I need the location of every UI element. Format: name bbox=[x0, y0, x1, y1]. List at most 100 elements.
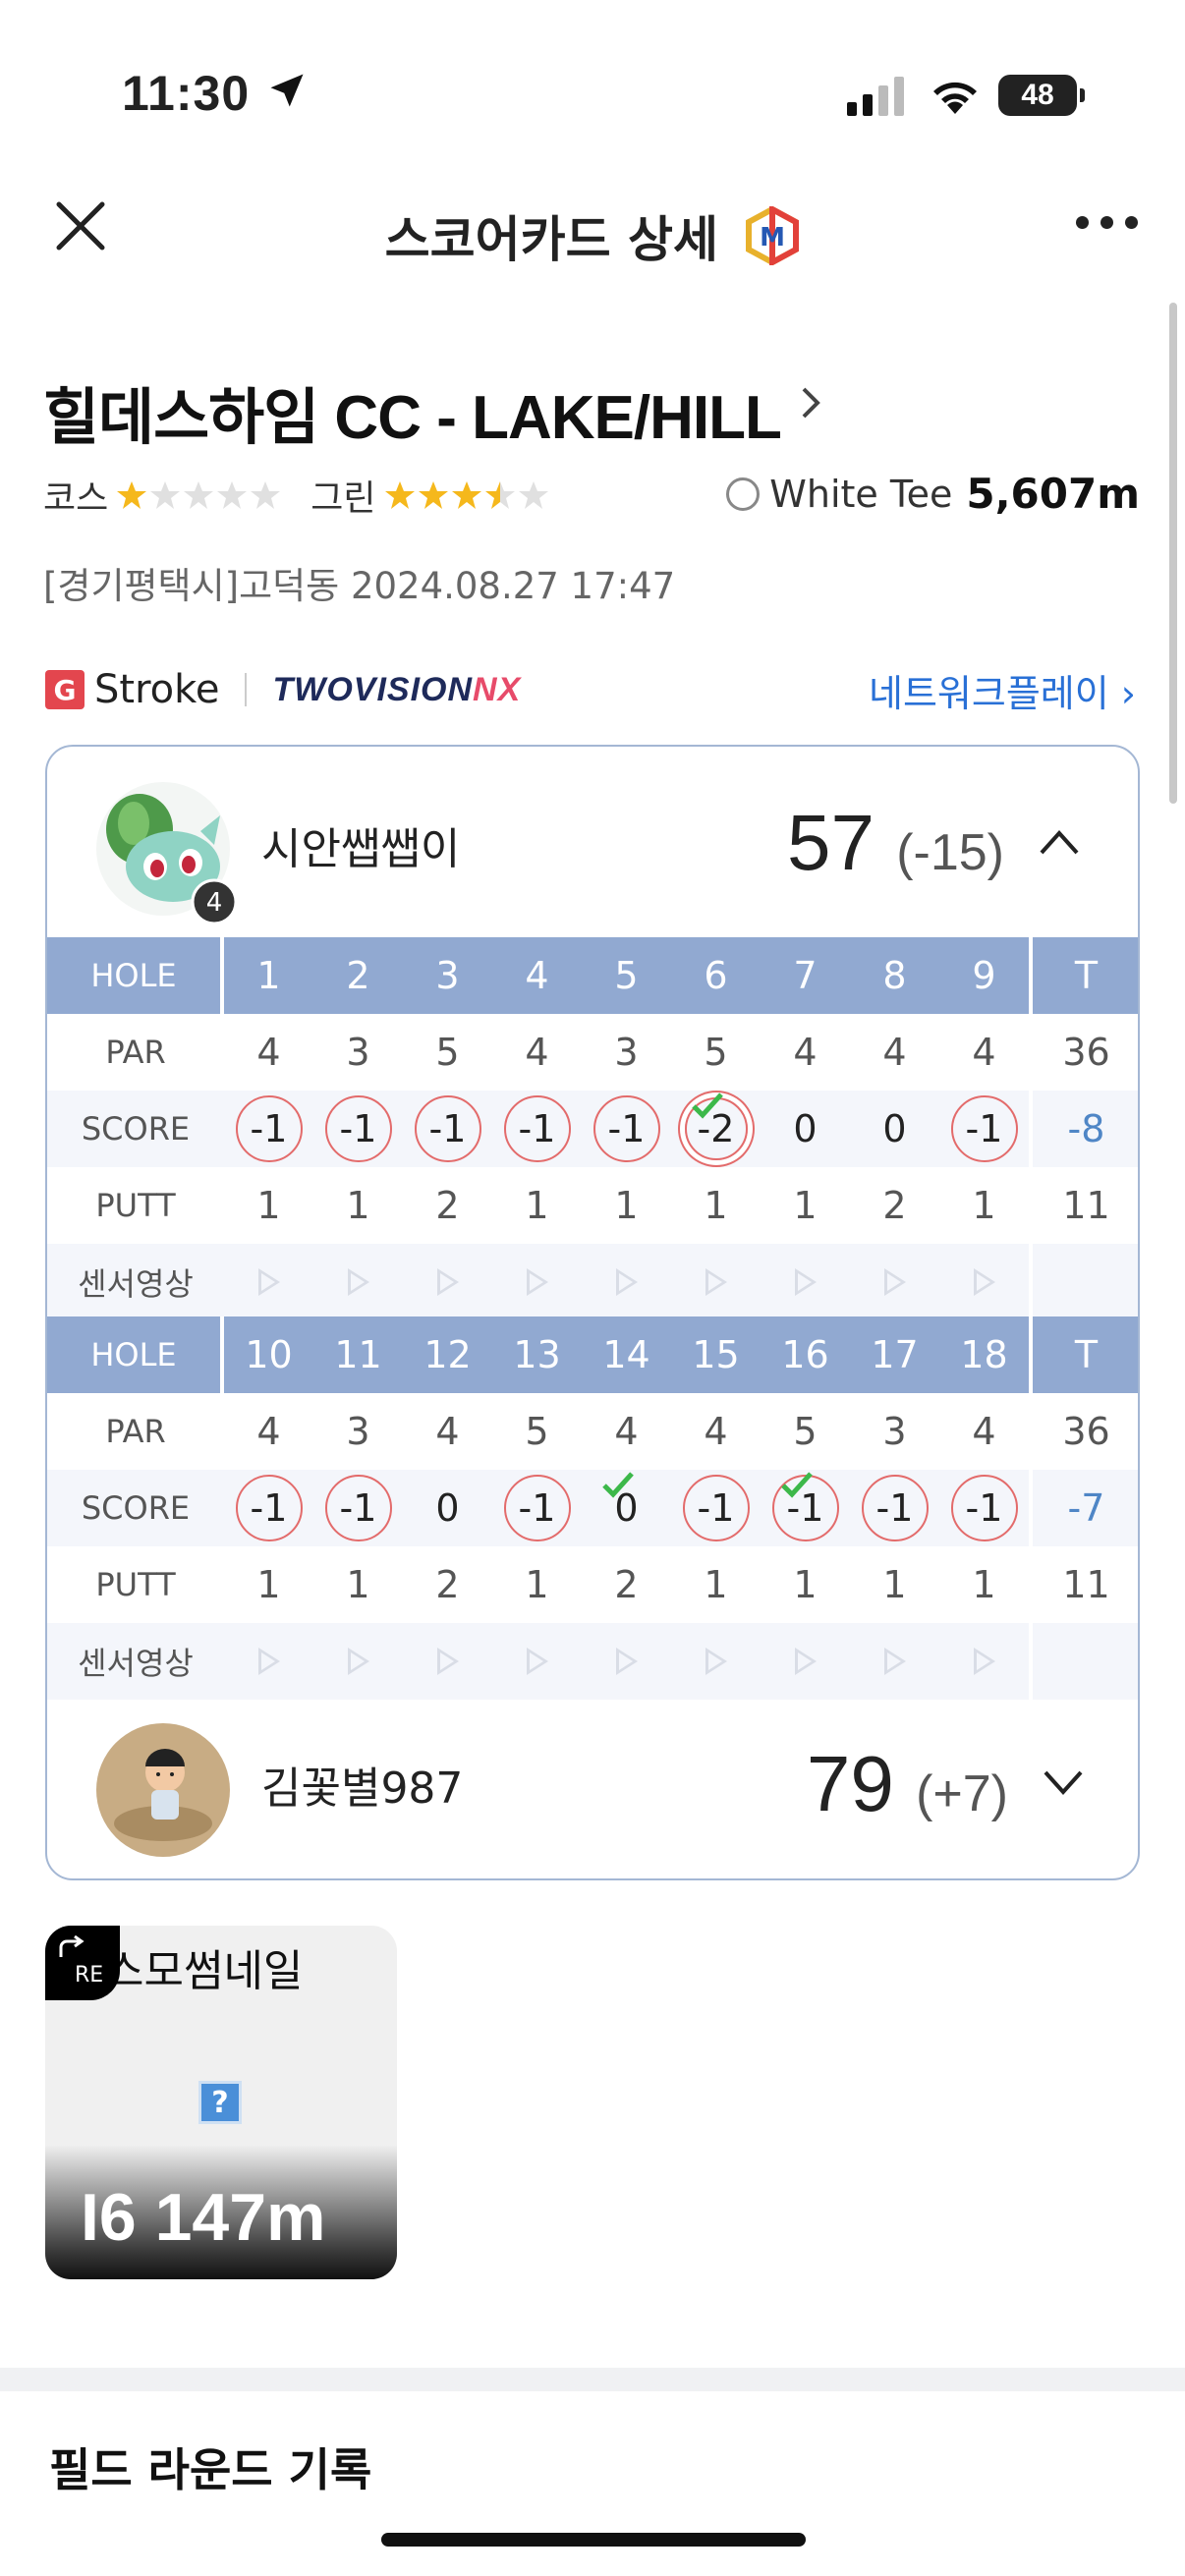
play-icon bbox=[257, 1648, 280, 1675]
sensor-video-button[interactable] bbox=[492, 1244, 582, 1320]
star-icon bbox=[418, 481, 448, 509]
player-header[interactable]: 4 시안쌥쌥이 57 (-15) bbox=[47, 747, 1138, 937]
row-label: HOLE bbox=[47, 1316, 224, 1393]
sensor-video-button[interactable] bbox=[313, 1244, 403, 1320]
row-label: SCORE bbox=[81, 1489, 191, 1527]
sensor-video-button[interactable] bbox=[939, 1244, 1029, 1320]
sensor-video-button[interactable] bbox=[492, 1623, 582, 1700]
shot-thumbnail[interactable]: 스모썸네일 RE ? I6 147m bbox=[45, 1926, 397, 2279]
score-cell[interactable]: -1 bbox=[403, 1091, 492, 1167]
putt-row-cell: 1 bbox=[346, 1563, 370, 1606]
putt-row-cell: 1 bbox=[793, 1563, 818, 1606]
putt-row-cell: 1 bbox=[525, 1184, 549, 1227]
putt-row-cell: 1 bbox=[346, 1184, 370, 1227]
score-cell[interactable]: -1 bbox=[313, 1470, 403, 1546]
score-cell[interactable]: -1 bbox=[850, 1470, 939, 1546]
more-menu-button[interactable] bbox=[1076, 216, 1138, 229]
play-icon bbox=[705, 1648, 727, 1675]
player-header-2[interactable]: 김꽃별987 79 (+7) bbox=[47, 1692, 1138, 1878]
status-time: 11:30 bbox=[122, 66, 251, 121]
par-row-cell: 3 bbox=[346, 1410, 370, 1453]
sensor-video-row: 센서영상 bbox=[47, 1244, 1138, 1320]
svg-text:4: 4 bbox=[206, 888, 223, 918]
sensor-video-button[interactable] bbox=[761, 1623, 850, 1700]
chevron-right-icon[interactable] bbox=[796, 383, 825, 422]
hole-row-cell: 3 bbox=[435, 954, 460, 997]
putt-row: PUTT 1 1 2 1 1 1 1 2 1 11 bbox=[47, 1167, 1138, 1244]
hole-row-cell: 2 bbox=[346, 954, 370, 997]
score-cell[interactable]: 0 bbox=[403, 1470, 492, 1546]
putt-row-cell: 2 bbox=[435, 1184, 460, 1227]
play-icon bbox=[973, 1268, 995, 1296]
hole-row-cell: 11 bbox=[334, 1333, 382, 1376]
score-cell[interactable]: -1 bbox=[761, 1470, 850, 1546]
par-row-total: 36 bbox=[1029, 1393, 1138, 1470]
score-cell[interactable]: -1 bbox=[939, 1470, 1029, 1546]
par-row: PAR 4 3 4 5 4 4 5 3 4 36 bbox=[47, 1393, 1138, 1470]
score-cell[interactable]: 0 bbox=[761, 1091, 850, 1167]
chevron-down-icon[interactable] bbox=[1042, 1768, 1085, 1798]
score-cell[interactable]: -1 bbox=[224, 1470, 313, 1546]
score-cell[interactable]: -1 bbox=[313, 1091, 403, 1167]
play-icon bbox=[705, 1268, 727, 1296]
star-icon bbox=[184, 481, 214, 509]
score-cell[interactable]: -1 bbox=[492, 1091, 582, 1167]
star-icon bbox=[251, 481, 281, 509]
sensor-video-row-total bbox=[1029, 1244, 1138, 1320]
sensor-video-button[interactable] bbox=[582, 1244, 671, 1320]
putt-row-cell: 1 bbox=[793, 1184, 818, 1227]
putt-row-total: 11 bbox=[1029, 1167, 1138, 1244]
row-label: 센서영상 bbox=[78, 1265, 194, 1303]
course-name[interactable]: 힐데스하임 CC - LAKE/HILL bbox=[43, 367, 782, 456]
sensor-video-button[interactable] bbox=[403, 1244, 492, 1320]
replay-badge: RE bbox=[45, 1926, 120, 2000]
sensor-video-button[interactable] bbox=[671, 1244, 761, 1320]
status-bar: 11:30 48 bbox=[0, 0, 1185, 167]
scrollbar[interactable] bbox=[1169, 303, 1177, 804]
sensor-video-button[interactable] bbox=[761, 1244, 850, 1320]
score-cell[interactable]: 0 bbox=[582, 1470, 671, 1546]
putt-row-cell: 2 bbox=[614, 1563, 639, 1606]
sensor-video-button[interactable] bbox=[582, 1623, 671, 1700]
sensor-video-button[interactable] bbox=[403, 1623, 492, 1700]
shot-distance: I6 147m bbox=[81, 2180, 326, 2255]
tee-info: White Tee 5,607m bbox=[726, 470, 1140, 518]
sensor-video-button[interactable] bbox=[850, 1244, 939, 1320]
top-nav: 스코어카드 상세 M bbox=[0, 167, 1185, 295]
home-indicator[interactable] bbox=[381, 2533, 806, 2547]
front-nine-table: HOLE 1 2 3 4 5 6 7 8 9 T PAR 4 3 5 4 3 5 4 4 4 36 SCORE -1 -1 -1-… bbox=[47, 937, 1138, 1320]
putt-row-total: 11 bbox=[1029, 1546, 1138, 1623]
score-cell[interactable]: -1 bbox=[939, 1091, 1029, 1167]
play-icon bbox=[883, 1648, 906, 1675]
score-cell[interactable]: -1 bbox=[224, 1091, 313, 1167]
sensor-video-button[interactable] bbox=[224, 1623, 313, 1700]
par-row-cell: 4 bbox=[972, 1031, 996, 1074]
sensor-video-button[interactable] bbox=[850, 1623, 939, 1700]
par-row-cell: 4 bbox=[793, 1031, 818, 1074]
putt-row-cell: 1 bbox=[704, 1184, 728, 1227]
score-cell[interactable]: -1 bbox=[671, 1470, 761, 1546]
play-icon bbox=[615, 1268, 638, 1296]
sensor-video-button[interactable] bbox=[313, 1623, 403, 1700]
score-cell[interactable]: -1 bbox=[582, 1091, 671, 1167]
play-icon bbox=[883, 1268, 906, 1296]
sensor-video-button[interactable] bbox=[671, 1623, 761, 1700]
play-icon bbox=[794, 1648, 817, 1675]
row-label: 센서영상 bbox=[78, 1645, 194, 1682]
network-play-link[interactable]: 네트워크플레이 › bbox=[869, 663, 1136, 717]
score-cell[interactable]: 0 bbox=[850, 1091, 939, 1167]
par-row-cell: 3 bbox=[882, 1410, 907, 1453]
chevron-up-icon[interactable] bbox=[1038, 827, 1081, 857]
sensor-video-button[interactable] bbox=[224, 1244, 313, 1320]
sensor-video-button[interactable] bbox=[939, 1623, 1029, 1700]
twovision-logo: TWOVISIONNX bbox=[272, 670, 522, 708]
row-label: PAR bbox=[105, 1413, 166, 1450]
row-label: PUTT bbox=[95, 1566, 176, 1603]
par-row-cell: 3 bbox=[346, 1031, 370, 1074]
play-icon bbox=[794, 1268, 817, 1296]
score-cell[interactable]: -1 bbox=[492, 1470, 582, 1546]
score-cell[interactable]: -2 bbox=[671, 1091, 761, 1167]
putt-row-cell: 2 bbox=[435, 1563, 460, 1606]
putt-row-cell: 1 bbox=[614, 1184, 639, 1227]
score-row: SCORE -1 -1 -1 -1 -1 -2 0 0 -1 -8 bbox=[47, 1091, 1138, 1167]
